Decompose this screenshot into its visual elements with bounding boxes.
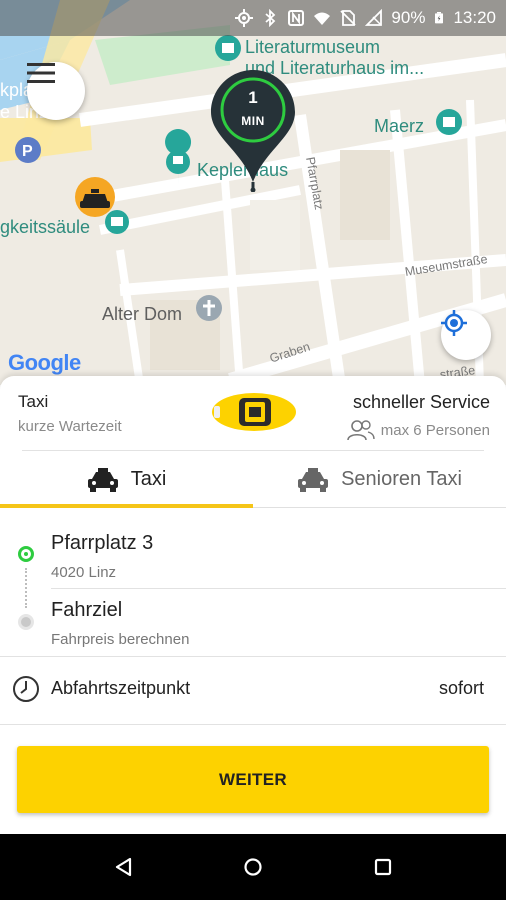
clock: 13:20 xyxy=(453,8,496,27)
menu-button[interactable] xyxy=(27,62,85,120)
hamburger-icon xyxy=(27,63,55,83)
my-location-button[interactable] xyxy=(441,310,491,360)
destination-dot-icon xyxy=(18,614,34,630)
pickup-dot-icon xyxy=(18,546,34,562)
service-capacity: max 6 Personen xyxy=(346,419,490,441)
no-sim-icon xyxy=(340,10,357,26)
service-title: Taxi xyxy=(18,392,49,411)
bluetooth-icon xyxy=(265,9,276,27)
persons-icon xyxy=(346,420,375,441)
map-label-saeule: gkeitssäule xyxy=(0,217,91,237)
gps-icon xyxy=(235,9,254,27)
tab-senioren-label: Senioren Taxi xyxy=(341,468,462,490)
service-info-right: schneller Service max 6 Personen xyxy=(346,392,490,441)
map-label-literaturmuseum-1: Literaturmuseum xyxy=(245,37,381,57)
service-tabs: Taxi Senioren Taxi xyxy=(0,452,506,507)
taxi-icon xyxy=(87,467,118,492)
service-info-left: Taxi kurze Wartezeit xyxy=(18,392,122,435)
taxi-car-icon xyxy=(212,393,296,431)
destination-title: Fahrziel xyxy=(51,599,123,621)
pin-eta-value: 1 xyxy=(248,88,258,107)
nfc-icon xyxy=(288,10,305,26)
capacity-label: max 6 Personen xyxy=(380,421,490,439)
map-view[interactable]: P Literaturmuseum und Literaturhaus im..… xyxy=(0,0,506,385)
battery-icon xyxy=(435,12,444,24)
service-feature-title: schneller Service xyxy=(352,392,490,412)
google-logo: Google xyxy=(8,350,81,375)
pickup-row[interactable]: Pfarrplatz 3 4020 Linz xyxy=(0,508,506,586)
service-divider xyxy=(22,450,484,451)
recents-square-icon xyxy=(374,858,392,876)
nav-back-button[interactable] xyxy=(108,852,138,882)
tab-taxi-label: Taxi xyxy=(130,468,167,490)
service-subtitle: kurze Wartezeit xyxy=(18,418,122,435)
departure-value: sofort xyxy=(438,678,484,698)
tab-taxi[interactable]: Taxi xyxy=(0,452,253,507)
pickup-title: Pfarrplatz 3 xyxy=(51,532,154,554)
system-nav-bar xyxy=(0,834,506,900)
back-triangle-icon xyxy=(115,857,132,877)
destination-row[interactable]: Fahrziel Fahrpreis berechnen xyxy=(0,589,506,657)
pickup-eta-pin[interactable]: 1 MIN xyxy=(211,70,295,192)
pickup-subtitle: 4020 Linz xyxy=(51,564,117,581)
nav-recents-button[interactable] xyxy=(368,852,398,882)
status-bar: 90% 13:20 xyxy=(0,0,506,36)
departure-top-divider xyxy=(0,656,506,657)
pin-eta-unit: MIN xyxy=(241,114,265,128)
map-label-alter-dom: Alter Dom xyxy=(102,304,183,324)
battery-percent: 90% xyxy=(391,8,426,27)
taxi-icon xyxy=(298,467,329,492)
tab-senioren-taxi[interactable]: Senioren Taxi xyxy=(253,452,506,507)
booking-sheet: Taxi kurze Wartezeit schneller Service m… xyxy=(0,376,506,834)
clock-icon xyxy=(13,676,39,702)
signal-off-icon xyxy=(365,9,383,26)
home-circle-icon xyxy=(244,858,262,876)
svg-text:P: P xyxy=(22,143,33,160)
crosshair-location-icon xyxy=(441,310,467,336)
map-label-maerz: Maerz xyxy=(374,116,425,136)
destination-subtitle: Fahrpreis berechnen xyxy=(51,631,190,648)
continue-button[interactable]: WEITER xyxy=(17,746,489,813)
nav-home-button[interactable] xyxy=(238,852,268,882)
departure-label: Abfahrtszeitpunkt xyxy=(51,678,191,698)
departure-time-row[interactable]: Abfahrtszeitpunkt sofort xyxy=(0,659,506,721)
wifi-icon xyxy=(314,12,331,25)
departure-bottom-divider xyxy=(0,724,506,725)
